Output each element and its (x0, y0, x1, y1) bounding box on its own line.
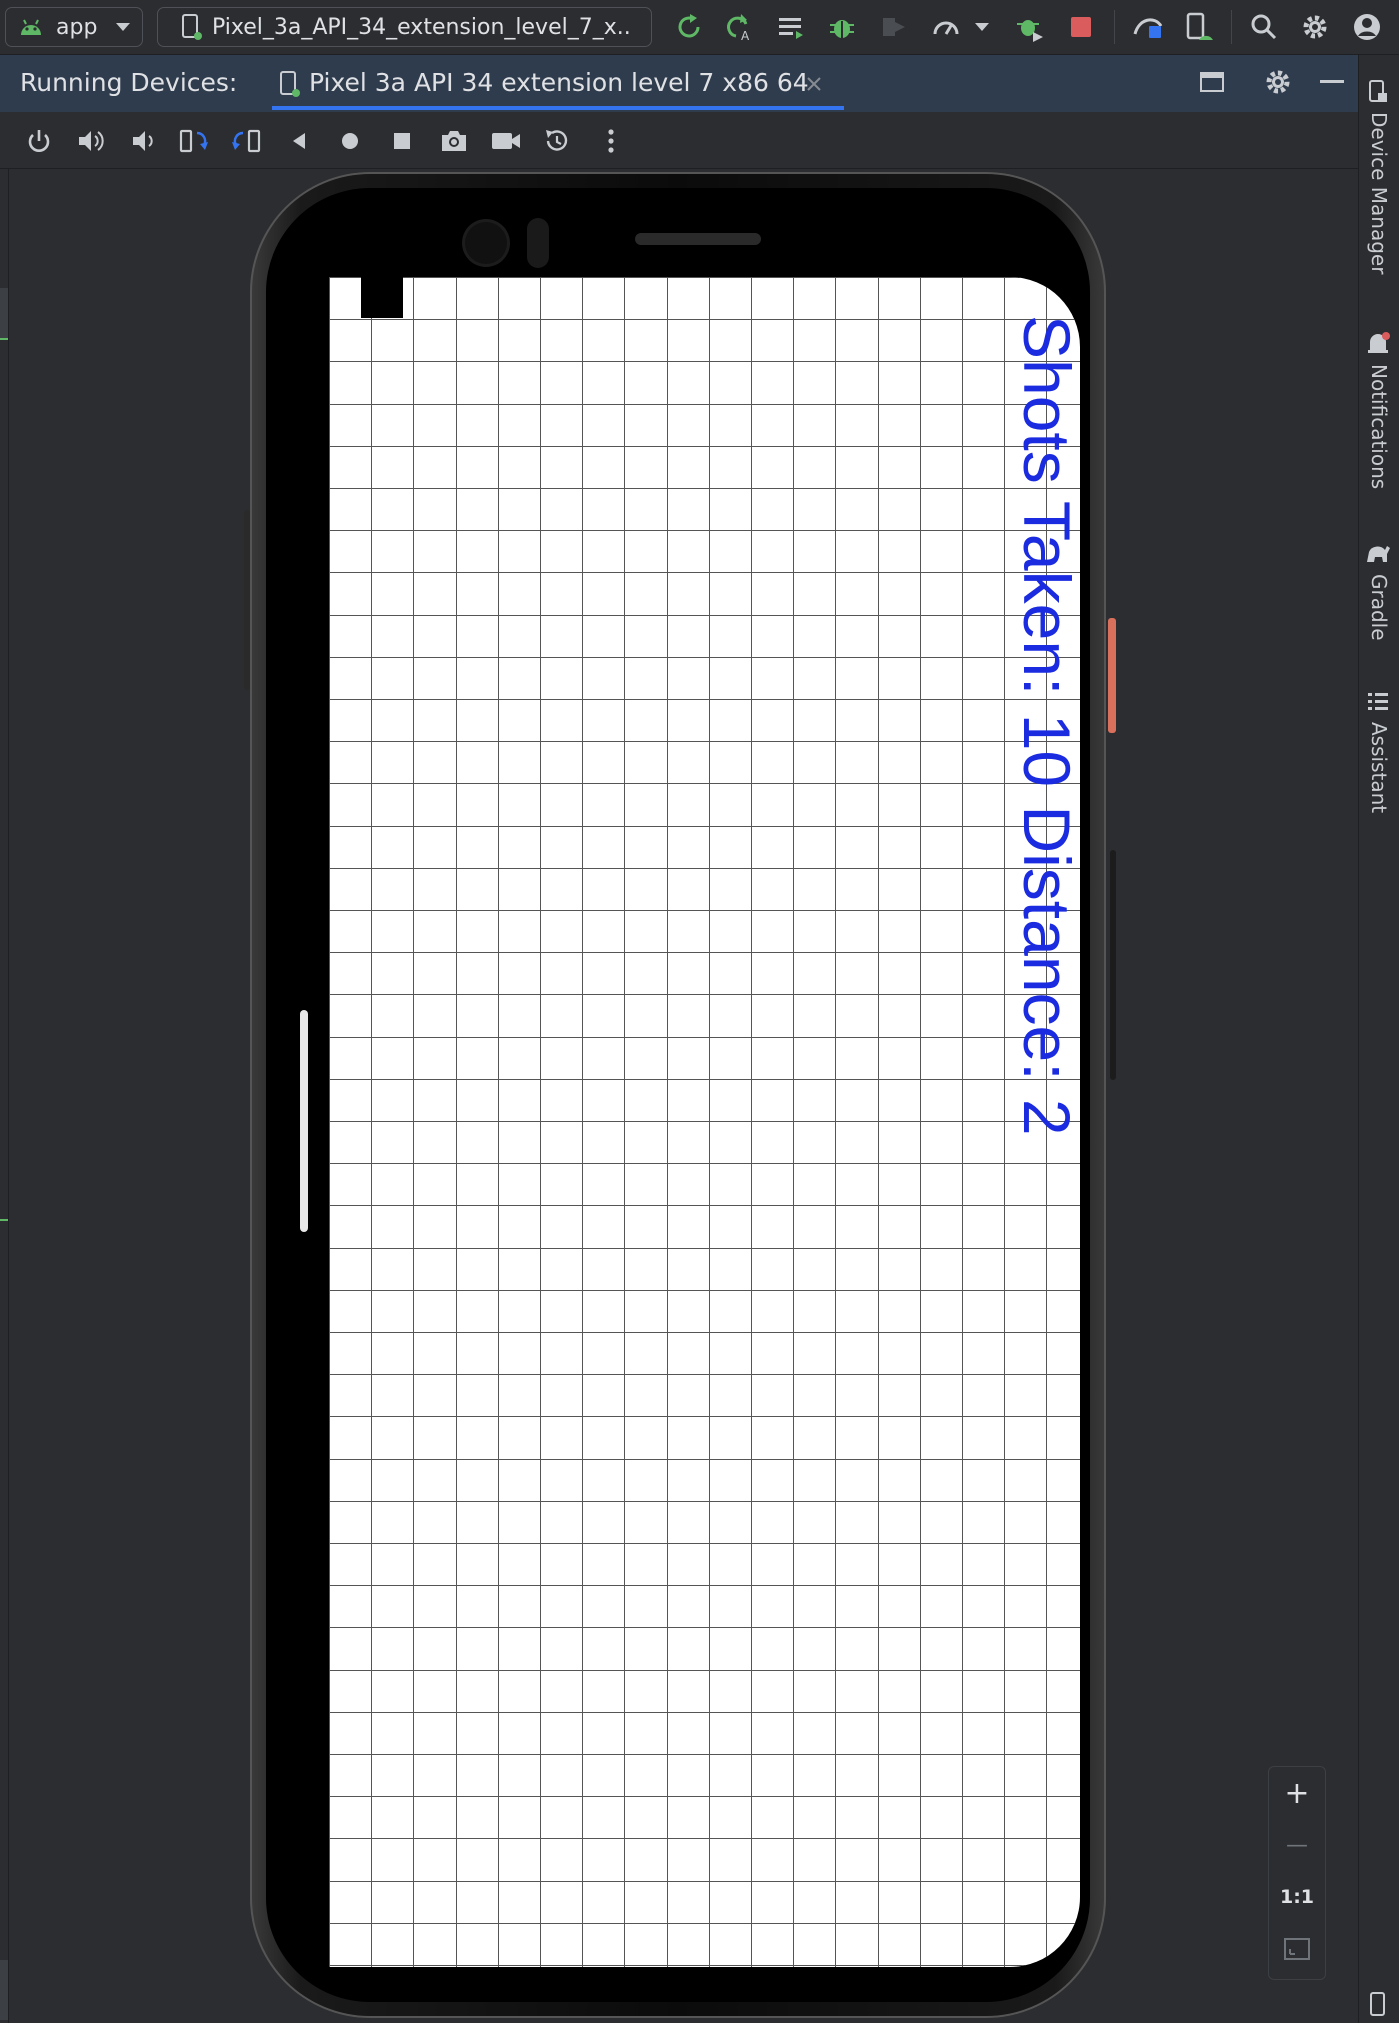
debug-bug-icon[interactable] (825, 10, 859, 44)
settings-gear-icon[interactable] (1298, 10, 1332, 44)
device-manager-icon[interactable] (1181, 10, 1215, 44)
gutter-marker (0, 338, 8, 340)
notifications-bell-icon (1364, 330, 1392, 358)
zoom-in-button[interactable]: + (1269, 1767, 1325, 1819)
assistant-list-icon (1364, 688, 1392, 714)
zoom-fit-button[interactable] (1269, 1923, 1325, 1975)
apply-code-changes-icon[interactable]: A (722, 10, 756, 44)
gradle-elephant-icon (1364, 540, 1392, 566)
module-selector[interactable]: app (5, 7, 143, 47)
chevron-down-icon[interactable] (970, 16, 994, 38)
stop-icon[interactable] (1064, 10, 1098, 44)
toolbar-divider (1114, 10, 1115, 44)
gesture-nav-handle[interactable] (300, 1010, 308, 1232)
zoom-actual-size-button[interactable]: 1:1 (1269, 1871, 1325, 1923)
zoom-out-button[interactable]: — (1269, 1819, 1325, 1871)
fit-screen-icon (1282, 1936, 1312, 1962)
device-selector[interactable]: Pixel_3a_API_34_extension_level_7_x... (157, 7, 652, 47)
svg-text:A: A (741, 29, 750, 42)
device-tab-label: Pixel 3a API 34 extension level 7 x86 64 (309, 68, 809, 97)
tool-window-notifications[interactable]: Notifications (1367, 364, 1391, 489)
apply-changes-restart-icon[interactable] (672, 10, 706, 44)
tool-window-assistant[interactable]: Assistant (1367, 722, 1391, 813)
power-icon[interactable] (22, 124, 56, 158)
running-devices-strip-icon (1364, 1990, 1392, 2018)
proximity-sensor (527, 218, 549, 268)
android-icon (16, 12, 46, 42)
home-icon[interactable] (333, 124, 367, 158)
gutter-marker (0, 1219, 8, 1221)
rotate-right-icon[interactable] (229, 124, 263, 158)
profile-disabled-icon (876, 10, 910, 44)
device-manager-strip-icon (1364, 78, 1392, 106)
close-icon[interactable] (800, 70, 828, 98)
device-phone-icon (276, 68, 304, 100)
overview-icon[interactable] (385, 124, 419, 158)
running-devices-label: Running Devices: (20, 68, 238, 97)
device-screen[interactable]: Shots Taken: 10 Distance: 2 (329, 277, 1080, 1967)
active-tab-indicator (272, 106, 844, 110)
window-options-icon[interactable] (1196, 66, 1228, 98)
attach-debugger-icon[interactable] (1013, 10, 1047, 44)
screen-record-icon[interactable] (489, 124, 523, 158)
marked-grid-cell (361, 277, 403, 318)
minimize-icon[interactable] (1316, 66, 1348, 98)
device-mirroring-icon[interactable] (1130, 10, 1166, 44)
toolbar-divider (1231, 10, 1232, 44)
camera-screenshot-icon[interactable] (437, 124, 471, 158)
more-vertical-icon[interactable] (594, 124, 628, 158)
phone-power-button[interactable] (1108, 618, 1116, 733)
earpiece-speaker (635, 233, 761, 245)
search-icon[interactable] (1247, 10, 1281, 44)
phone-volume-button[interactable] (1110, 850, 1116, 1080)
back-icon[interactable] (282, 124, 316, 158)
chevron-down-icon (111, 17, 135, 37)
rotate-left-icon[interactable] (177, 124, 211, 158)
tool-window-gradle[interactable]: Gradle (1367, 574, 1391, 641)
run-configurations-icon[interactable] (774, 10, 808, 44)
settings-gear-icon[interactable] (1262, 66, 1294, 98)
account-avatar-icon[interactable] (1350, 10, 1384, 44)
gutter-marker (0, 1960, 8, 2020)
gutter-marker (0, 288, 8, 340)
zoom-controls: + — 1:1 (1268, 1766, 1326, 1980)
front-camera (465, 222, 507, 264)
snapshot-restore-icon[interactable] (540, 124, 574, 158)
shots-distance-text: Shots Taken: 10 Distance: 2 (1010, 315, 1080, 1136)
device-combo-label: Pixel_3a_API_34_extension_level_7_x... (212, 14, 632, 40)
device-phone-icon (178, 12, 206, 42)
module-label: app (56, 14, 98, 40)
tool-window-device-manager[interactable]: Device Manager (1367, 112, 1391, 274)
volume-up-icon[interactable] (74, 124, 108, 158)
volume-down-icon[interactable] (126, 124, 160, 158)
profiler-gauge-icon[interactable] (929, 10, 963, 44)
game-grid[interactable] (329, 277, 1080, 1967)
left-gutter (0, 169, 9, 2023)
